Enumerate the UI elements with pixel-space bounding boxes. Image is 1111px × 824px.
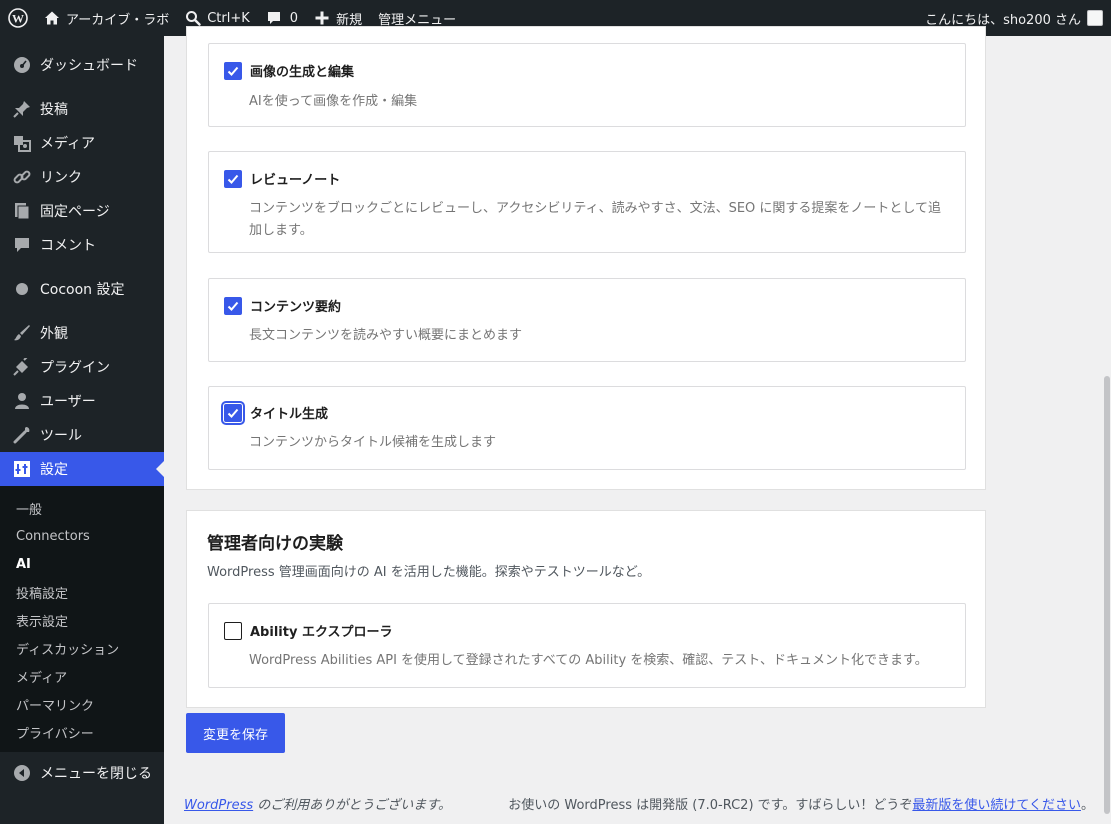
footer-thanks: WordPress のご利用ありがとうございます。 <box>184 794 451 813</box>
menu-label: ユーザー <box>40 394 96 410</box>
footer-thanks-text: のご利用ありがとうございます。 <box>253 798 451 813</box>
avatar <box>1087 10 1103 26</box>
section-description: WordPress 管理画面向けの AI を活用した機能。探索やテストツールなど… <box>207 565 651 580</box>
circle-icon <box>12 279 32 299</box>
feature-checkbox[interactable] <box>224 169 242 188</box>
plugin-icon <box>12 357 32 377</box>
version-text: お使いの WordPress は開発版 (7.0-RC2) です。すばらしい！ど… <box>508 798 913 813</box>
menu-label: 投稿 <box>40 102 68 118</box>
settings-icon <box>12 459 32 479</box>
home-icon <box>44 10 60 26</box>
menu-posts[interactable]: 投稿 <box>0 92 164 126</box>
menu-users[interactable]: ユーザー <box>0 384 164 418</box>
wordpress-link[interactable]: WordPress <box>184 798 253 813</box>
page-icon <box>12 201 32 221</box>
menu-label: リンク <box>40 170 82 186</box>
submenu-privacy[interactable]: プライバシー <box>0 718 164 746</box>
footer-version: お使いの WordPress は開発版 (7.0-RC2) です。すばらしい！ど… <box>508 794 1094 813</box>
footer: WordPress のご利用ありがとうございます。 お使いの WordPress… <box>184 794 1094 813</box>
menu-comments[interactable]: コメント <box>0 228 164 262</box>
comment-bubble-icon <box>266 10 282 26</box>
collapse-arrow-icon <box>12 763 32 783</box>
dashboard-icon <box>12 55 32 75</box>
feature-title: タイトル生成 <box>250 407 329 422</box>
section-title: 管理者向けの実験 <box>207 534 343 554</box>
wordpress-logo-icon[interactable]: W <box>0 0 36 36</box>
menu-cocoon-settings[interactable]: Cocoon 設定 <box>0 272 164 306</box>
link-icon <box>12 167 32 187</box>
menu-label: ダッシュボード <box>40 58 138 74</box>
collapse-menu-button[interactable]: メニューを閉じる <box>0 756 164 790</box>
brush-icon <box>12 323 32 343</box>
site-name-link[interactable]: アーカイブ・ラボ <box>36 0 177 36</box>
feature-card: レビューノート コンテンツをブロックごとにレビューし、アクセシビリティ、読みやす… <box>208 151 966 253</box>
menu-dashboard[interactable]: ダッシュボード <box>0 48 164 82</box>
feature-title: 画像の生成と編集 <box>250 65 355 80</box>
experiment-title: Ability エクスプローラ <box>250 625 393 640</box>
search-shortcut: Ctrl+K <box>207 10 250 26</box>
submenu-discussion[interactable]: ディスカッション <box>0 634 164 662</box>
feature-title: レビューノート <box>250 173 341 188</box>
experiment-card: Ability エクスプローラ WordPress Abilities API … <box>208 603 966 688</box>
submenu-general[interactable]: 一般 <box>0 494 164 522</box>
feature-checkbox[interactable] <box>224 61 242 80</box>
admin-menu-label: 管理メニュー <box>378 12 457 28</box>
feature-checkbox[interactable] <box>224 296 242 315</box>
submenu-ai[interactable]: AI <box>0 550 164 578</box>
experiment-checkbox[interactable] <box>224 621 242 640</box>
menu-label: 設定 <box>40 462 68 478</box>
plus-icon <box>314 10 330 26</box>
submenu-media[interactable]: メディア <box>0 662 164 690</box>
menu-settings[interactable]: 設定 <box>0 452 164 486</box>
site-name: アーカイブ・ラボ <box>66 12 170 28</box>
page-scrollbar[interactable] <box>1104 376 1110 814</box>
save-changes-button[interactable]: 変更を保存 <box>186 713 285 753</box>
menu-pages[interactable]: 固定ページ <box>0 194 164 228</box>
footer-period: 。 <box>1080 798 1094 813</box>
feature-checkbox[interactable] <box>221 400 245 425</box>
menu-media[interactable]: メディア <box>0 126 164 160</box>
media-icon <box>12 133 32 153</box>
menu-appearance[interactable]: 外観 <box>0 316 164 350</box>
feature-card: タイトル生成 コンテンツからタイトル候補を生成します <box>208 386 966 470</box>
main-content: 画像の生成と編集 AIを使って画像を作成・編集 レビューノート コンテンツをブロ… <box>164 26 1111 824</box>
search-icon <box>185 10 201 26</box>
svg-text:W: W <box>12 12 24 26</box>
feature-title: コンテンツ要約 <box>250 300 342 315</box>
menu-label: ツール <box>40 428 82 444</box>
menu-tools[interactable]: ツール <box>0 418 164 452</box>
admin-sidebar: ダッシュボード 投稿 メディア リンク 固定ページ コメント Cocoon 設定… <box>0 36 164 824</box>
greeting: こんにちは、sho200 さん <box>925 12 1081 28</box>
feature-card: 画像の生成と編集 AIを使って画像を作成・編集 <box>208 43 966 127</box>
feature-description: コンテンツからタイトル候補を生成します <box>249 435 497 450</box>
submenu-writing[interactable]: 投稿設定 <box>0 578 164 606</box>
comments-count: 0 <box>289 10 299 26</box>
menu-plugins[interactable]: プラグイン <box>0 350 164 384</box>
feature-description: 長文コンテンツを読みやすい概要にまとめます <box>249 328 523 343</box>
menu-links[interactable]: リンク <box>0 160 164 194</box>
menu-label: 外観 <box>40 326 68 342</box>
user-icon <box>12 391 32 411</box>
feature-card: コンテンツ要約 長文コンテンツを読みやすい概要にまとめます <box>208 278 966 362</box>
comment-icon <box>12 235 32 255</box>
collapse-menu-label: メニューを閉じる <box>40 766 152 782</box>
submenu-permalinks[interactable]: パーマリンク <box>0 690 164 718</box>
menu-label: プラグイン <box>40 360 110 376</box>
wrench-icon <box>12 425 32 445</box>
continue-latest-link[interactable]: 最新版を使い続けてください <box>912 798 1081 813</box>
feature-description: AIを使って画像を作成・編集 <box>249 94 418 109</box>
menu-label: コメント <box>40 238 96 254</box>
admin-experiments-panel: 管理者向けの実験 WordPress 管理画面向けの AI を活用した機能。探索… <box>186 510 986 708</box>
experiment-description: WordPress Abilities API を使用して登録されたすべての A… <box>249 653 928 668</box>
feature-description: コンテンツをブロックごとにレビューし、アクセシビリティ、読みやすさ、文法、SEO… <box>249 201 942 238</box>
menu-label: メディア <box>40 136 96 152</box>
menu-label: 固定ページ <box>40 204 110 220</box>
submenu-connectors[interactable]: Connectors <box>0 522 164 550</box>
new-label: 新規 <box>336 12 363 28</box>
features-panel: 画像の生成と編集 AIを使って画像を作成・編集 レビューノート コンテンツをブロ… <box>186 26 986 490</box>
pin-icon <box>12 99 32 119</box>
submenu-reading[interactable]: 表示設定 <box>0 606 164 634</box>
menu-label: Cocoon 設定 <box>40 282 125 298</box>
settings-submenu: 一般 Connectors AI 投稿設定 表示設定 ディスカッション メディア… <box>0 486 164 752</box>
